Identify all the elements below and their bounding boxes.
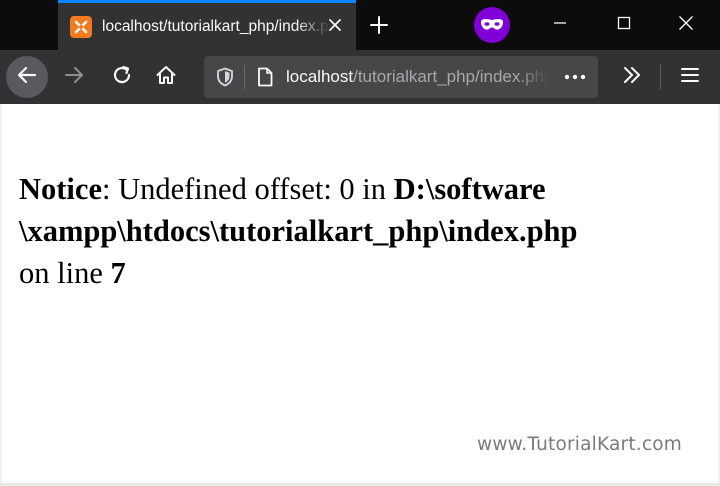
app-menu-button[interactable] [674,61,706,93]
tracking-protection-shield-icon[interactable] [214,66,236,88]
home-icon [155,64,177,91]
php-notice: Notice: Undefined offset: 0 in D:\softwa… [19,168,699,294]
tab-active[interactable]: localhost/tutorialkart_php/index.php [58,0,356,50]
plus-icon[interactable] [366,12,392,38]
notice-message: : Undefined offset: 0 in [101,172,394,206]
notice-line-number: 7 [110,256,126,290]
maximize-button[interactable] [594,0,654,46]
overflow-menu-button[interactable] [616,61,648,93]
home-button[interactable] [150,61,182,93]
url-text[interactable]: localhost/tutorialkart_php/index.php [286,67,548,87]
xampp-icon [70,15,92,38]
navigation-toolbar: localhost/tutorialkart_php/index.php [0,50,720,104]
url-path: /tutorialkart_php/index.php [353,67,548,86]
window-close-button[interactable] [656,0,716,46]
toolbar-separator [660,64,661,90]
double-chevron-right-icon [622,66,642,89]
close-tab-icon[interactable] [324,14,346,36]
page-icon[interactable] [254,66,276,88]
url-host: localhost [286,67,354,86]
page-content: Notice: Undefined offset: 0 in D:\softwa… [0,104,720,486]
arrow-right-icon [63,64,85,91]
arrow-left-icon [16,64,38,91]
notice-path-line1: D:\software [393,172,546,206]
ellipsis-icon[interactable] [560,66,590,88]
url-separator [244,65,245,89]
tab-title: localhost/tutorialkart_php/index.php [102,17,330,35]
forward-button[interactable] [58,61,90,93]
window-edge-left [0,104,2,486]
notice-label: Notice [19,172,102,206]
hamburger-menu-icon [680,66,700,89]
notice-line-prefix: on line [19,256,111,290]
minimize-button[interactable] [530,0,590,46]
reload-button[interactable] [106,61,138,93]
notice-path-line2: \xampp\htdocs\tutorialkart_php\index.php [19,214,578,248]
reload-icon [111,64,133,91]
address-bar[interactable]: localhost/tutorialkart_php/index.php [204,56,598,98]
back-button[interactable] [6,56,48,98]
title-bar: localhost/tutorialkart_php/index.php [0,0,720,50]
watermark: www.TutorialKart.com [477,434,682,455]
private-browsing-mask-icon [474,7,510,43]
